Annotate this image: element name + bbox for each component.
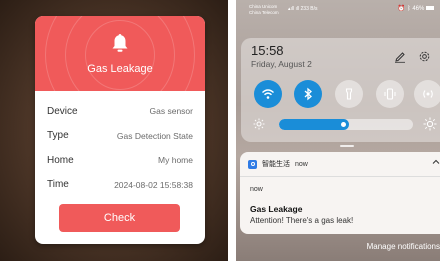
clock-time: 15:58	[251, 43, 284, 58]
notification-title: Gas Leakage	[250, 204, 303, 214]
detail-label: Type	[47, 130, 69, 142]
ripple-ring	[85, 20, 155, 90]
battery-level: 46%	[412, 6, 425, 12]
drag-handle[interactable]	[340, 145, 354, 147]
detail-value: My home	[158, 155, 193, 166]
app-name: 智能生活	[262, 161, 290, 168]
status-right: ⏰ ᛒ 46%	[398, 5, 434, 12]
brightness-thumb[interactable]	[341, 122, 346, 127]
detail-label: Home	[47, 154, 74, 166]
brightness-low-icon	[253, 118, 265, 130]
notification-time: now	[295, 160, 308, 168]
detail-label: Device	[47, 105, 78, 117]
flashlight-icon	[345, 88, 353, 100]
detail-row-home: Home My home	[47, 148, 193, 173]
detail-value: Gas sensor	[149, 106, 193, 117]
bluetooth-icon	[304, 87, 312, 101]
alarm-card-header: Gas Leakage	[35, 16, 205, 91]
alarm-details: Device Gas sensor Type Gas Detection Sta…	[35, 91, 205, 197]
battery-icon	[426, 6, 434, 11]
notification-card[interactable]: 智能生活 now now Gas Leakage Attention! Ther…	[240, 152, 440, 234]
notification-header: 智能生活 now	[248, 159, 308, 169]
app-icon	[248, 159, 257, 169]
nfc-icon	[423, 90, 433, 98]
alarm-card: Gas Leakage Device Gas sensor Type Gas D…	[35, 16, 205, 244]
detail-value: Gas Detection State	[116, 130, 193, 141]
notification-body: Attention! There's a gas leak!	[250, 216, 354, 225]
manage-notifications-link[interactable]: Manage notifications	[367, 242, 440, 251]
carrier-2: China Telecom	[249, 10, 279, 15]
carrier-labels: China Unicom China Telecom	[249, 4, 279, 16]
signal-icon: ▴ıll ıll	[288, 6, 301, 12]
edit-icon[interactable]	[394, 51, 406, 63]
vibrate-icon	[384, 88, 396, 100]
vibrate-toggle[interactable]	[376, 80, 404, 108]
nfc-toggle[interactable]	[414, 80, 440, 108]
gear-icon[interactable]	[418, 50, 431, 63]
detail-value: 2024-08-02 15:58:38	[114, 179, 193, 190]
network-speed: 233 B/s	[300, 6, 318, 12]
signal-icons: ▴ıll ıll 233 B/s	[288, 6, 317, 12]
alarm-title: Gas Leakage	[87, 63, 153, 75]
brightness-high-icon	[423, 117, 437, 131]
notification-subtext: now	[250, 186, 263, 193]
brightness-fill	[279, 119, 349, 130]
wifi-icon	[262, 89, 274, 99]
status-bar: China Unicom China Telecom ▴ıll ıll 233 …	[236, 0, 440, 20]
notification-shade: China Unicom China Telecom ▴ıll ıll 233 …	[236, 0, 440, 261]
bell-icon	[112, 34, 128, 52]
brightness-slider[interactable]	[279, 119, 413, 130]
detail-row-time: Time 2024-08-02 15:58:38	[47, 173, 193, 198]
clock-date: Friday, August 2	[251, 59, 312, 69]
bluetooth-status-icon: ᛒ	[407, 6, 411, 12]
check-button[interactable]: Check	[59, 204, 180, 232]
alarm-screen: Gas Leakage Device Gas sensor Type Gas D…	[0, 0, 228, 261]
bluetooth-toggle[interactable]	[294, 80, 322, 108]
flashlight-toggle[interactable]	[335, 80, 363, 108]
detail-label: Time	[47, 179, 69, 191]
chevron-up-icon[interactable]	[432, 158, 440, 166]
detail-row-device: Device Gas sensor	[47, 99, 193, 124]
divider	[240, 176, 440, 177]
alarm-clock-icon: ⏰	[397, 6, 406, 12]
wifi-toggle[interactable]	[254, 80, 282, 108]
detail-row-type: Type Gas Detection State	[47, 124, 193, 149]
